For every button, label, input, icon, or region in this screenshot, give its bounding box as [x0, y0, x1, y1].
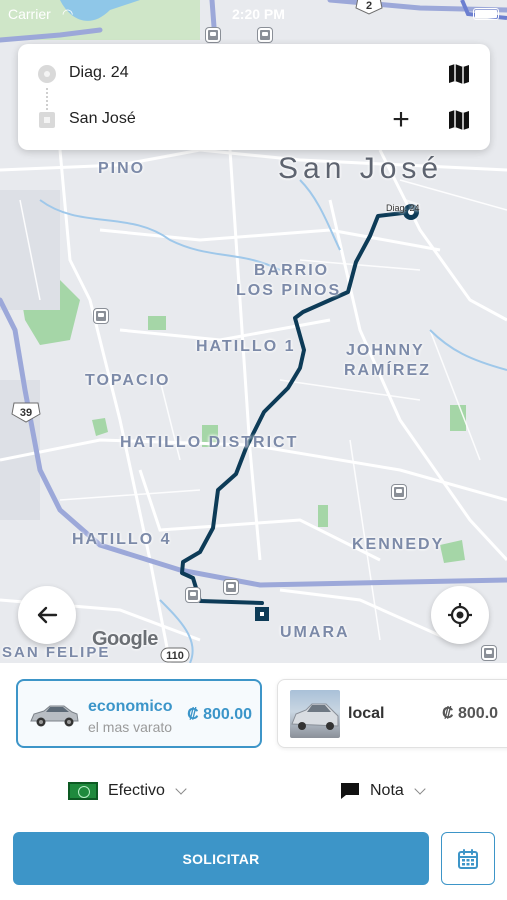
payment-method-label: Efectivo: [108, 782, 165, 799]
schedule-button[interactable]: [441, 832, 495, 885]
vehicle-name: economico: [88, 698, 173, 715]
transit-stop-icon: [258, 28, 272, 42]
origin-dot-icon: [38, 65, 56, 83]
chevron-down-icon: [175, 782, 187, 795]
transit-stop-icon: [482, 646, 496, 660]
svg-text:110: 110: [166, 650, 184, 662]
add-stop-button[interactable]: +: [388, 105, 414, 135]
status-bar: Carrier ◠ 2:20 PM: [0, 0, 507, 28]
vehicle-name: local: [348, 705, 385, 722]
map-neighborhood-label: HATILLO DISTRICT: [120, 434, 299, 451]
map-neighborhood-label: UMARA: [280, 624, 350, 641]
transit-stop-icon: [206, 28, 220, 42]
my-location-button[interactable]: [431, 586, 489, 644]
carrier-label: Carrier: [8, 6, 51, 22]
svg-text:39: 39: [20, 407, 32, 419]
cash-icon: [68, 782, 98, 800]
back-button[interactable]: [18, 586, 76, 644]
transit-stop-icon: [186, 588, 200, 602]
note-label: Nota: [370, 782, 404, 799]
map-route-pin-label: Diag. 24: [386, 203, 420, 213]
map-neighborhood-label: HATILLO 4: [72, 531, 172, 548]
map-neighborhood-label: HATILLO 1: [196, 338, 296, 355]
calendar-icon: [458, 848, 478, 869]
transit-stop-icon: [392, 485, 406, 499]
vehicle-price: ₡ 800.0: [442, 705, 499, 722]
status-time: 2:20 PM: [232, 6, 285, 22]
google-attribution: Google: [92, 628, 158, 650]
destination-map-button[interactable]: [446, 107, 472, 133]
arrow-left-icon: [37, 606, 58, 624]
battery-icon: [473, 8, 499, 20]
origin-map-button[interactable]: [446, 61, 472, 87]
destination-square-icon: [39, 112, 55, 128]
crosshair-icon: [448, 603, 472, 627]
map-neighborhood-label: TOPACIO: [85, 372, 171, 389]
wifi-icon: ◠: [62, 6, 74, 21]
car-icon: [30, 705, 79, 727]
vehicle-option-local[interactable]: local ₡ 800.0: [277, 679, 507, 748]
map-neighborhood-label: RAMÍREZ: [344, 362, 431, 379]
map-neighborhood-label: BARRIO: [254, 262, 330, 279]
map-neighborhood-label: PINO: [98, 160, 146, 177]
options-row: Efectivo Nota: [0, 763, 507, 819]
note-icon: [341, 783, 359, 799]
map-icon: [449, 64, 469, 84]
note-selector[interactable]: Nota: [340, 777, 426, 805]
vehicle-price: ₡ 800.00: [187, 706, 252, 723]
vehicle-photo: [290, 690, 340, 738]
vehicle-options[interactable]: economico el mas varato ₡ 800.00 local ₡…: [0, 663, 507, 763]
transit-stop-icon: [224, 580, 238, 594]
payment-method-selector[interactable]: Efectivo: [68, 777, 187, 805]
vehicle-option-economico[interactable]: economico el mas varato ₡ 800.00: [16, 679, 262, 748]
map-city-label: San José: [278, 152, 444, 185]
request-ride-button[interactable]: SOLICITAR: [13, 832, 429, 885]
map-neighborhood-label: KENNEDY: [352, 536, 445, 553]
transit-stop-icon: [94, 309, 108, 323]
map-icon: [449, 110, 469, 130]
route-connector: [46, 88, 48, 114]
route-card: Diag. 24 San José +: [18, 44, 490, 150]
vehicle-description: el mas varato: [88, 719, 173, 735]
destination-field[interactable]: San José: [69, 110, 136, 128]
map-view[interactable]: 2 39 110 San José PINO BARRIO LOS PINOS …: [0, 0, 507, 663]
chevron-down-icon: [414, 782, 426, 795]
map-neighborhood-label: JOHNNY: [346, 342, 425, 359]
map-neighborhood-label: LOS PINOS: [236, 282, 342, 299]
origin-field[interactable]: Diag. 24: [69, 64, 129, 82]
